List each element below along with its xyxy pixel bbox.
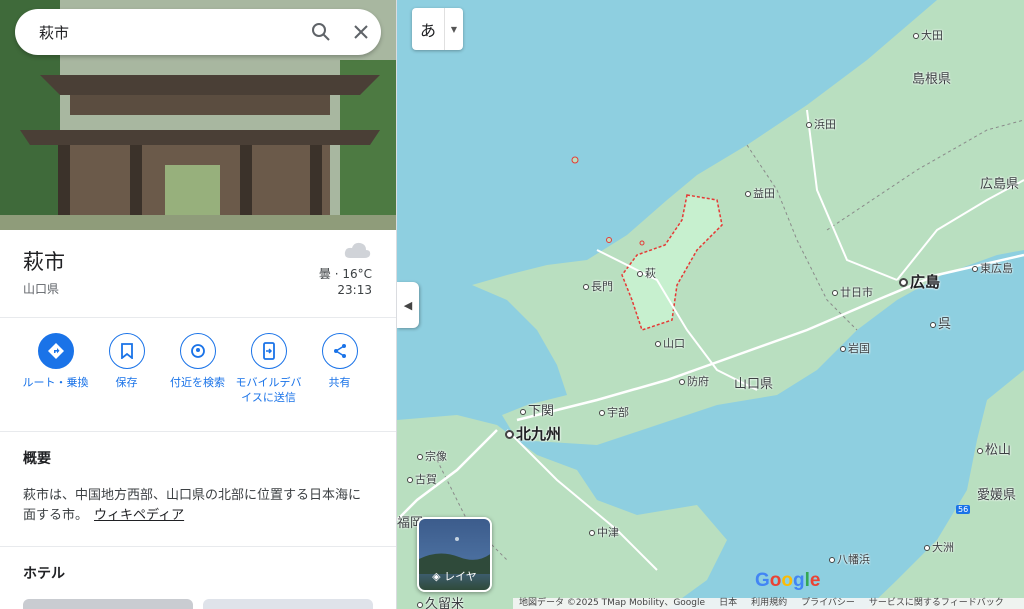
action-bar: ルート・乗換 保存 付近を検索 モバイルデバイスに送信 共有 — [0, 318, 396, 432]
terms-link[interactable]: 利用規約 — [751, 598, 787, 609]
map-label-kure[interactable]: 呉 — [930, 313, 951, 332]
share-button[interactable]: 共有 — [304, 318, 375, 431]
map-label-matsuyama[interactable]: 松山 — [977, 439, 1011, 458]
map-label-ozu[interactable]: 大洲 — [924, 539, 954, 555]
directions-icon — [37, 333, 74, 369]
map-label-hamada[interactable]: 浜田 — [806, 116, 836, 132]
save-label: 保存 — [115, 376, 138, 389]
map-label-koga[interactable]: 古賀 — [407, 471, 437, 487]
search-icon[interactable] — [301, 9, 341, 55]
share-label: 共有 — [328, 376, 351, 389]
map-canvas[interactable]: 大田 島根県 浜田 益田 広島県 萩 長門 廿日市 広島 東広島 呉 山口 岩国… — [397, 0, 1024, 609]
send-to-phone-label: モバイルデバイスに送信 — [235, 376, 302, 404]
layers-icon: ◈ — [432, 570, 445, 583]
map-label-nagato[interactable]: 長門 — [583, 278, 613, 294]
place-header: 萩市 山口県 曇 · 16°C 23:13 — [0, 230, 396, 318]
map-label-yawatahama[interactable]: 八幡浜 — [829, 551, 870, 567]
map-label-munakata[interactable]: 宗像 — [417, 448, 447, 464]
directions-label: ルート・乗換 — [22, 376, 89, 389]
map-label-kurume[interactable]: 久留米 — [417, 593, 464, 609]
place-subtitle: 山口県 — [23, 282, 60, 296]
map-label-hiroshima[interactable]: 広島 — [899, 271, 940, 292]
send-to-phone-button[interactable]: モバイルデバイスに送信 — [233, 318, 304, 431]
hotels-heading: ホテル — [23, 566, 65, 582]
route-shield: 56 — [956, 505, 971, 514]
weather-widget: 曇 · 16°C 23:13 — [319, 240, 372, 298]
map-label-yamaguchi[interactable]: 山口 — [655, 335, 685, 351]
region-link[interactable]: 日本 — [719, 598, 737, 609]
layers-button[interactable]: ◈ レイヤ — [417, 517, 492, 592]
place-title: 萩市 — [23, 250, 65, 274]
nearby-label: 付近を検索 — [170, 376, 225, 389]
map-label-hiroshima-pref[interactable]: 広島県 — [980, 173, 1019, 192]
map-terrain — [397, 0, 1024, 609]
map-label-ehime[interactable]: 愛媛県 — [977, 484, 1016, 503]
overview-text: 萩市は、中国地方西部、山口県の北部に位置する日本海に面する市。 ウィキペディア — [23, 488, 362, 523]
overview-heading: 概要 — [23, 451, 51, 467]
share-icon — [321, 333, 358, 369]
map-label-ube[interactable]: 宇部 — [599, 404, 629, 420]
send-to-phone-icon — [250, 333, 287, 369]
map-language-dropdown[interactable]: あ ▼ — [412, 8, 463, 50]
map-footer: 地図データ ©2025 TMap Mobility、Google 日本 利用規約… — [513, 598, 1024, 609]
ime-label: あ — [419, 21, 436, 40]
map-attribution: 地図データ ©2025 TMap Mobility、Google — [519, 598, 706, 608]
nearby-button[interactable]: 付近を検索 — [162, 318, 233, 431]
search-box[interactable]: 萩市 — [15, 9, 381, 55]
map-label-masuda[interactable]: 益田 — [745, 185, 775, 201]
google-logo: Google — [755, 570, 821, 591]
map-label-hofu[interactable]: 防府 — [679, 373, 709, 389]
map-label-shimonoseki[interactable]: 下関 — [520, 400, 554, 419]
map-label-hagi[interactable]: 萩 — [637, 265, 656, 281]
map-label-yamaguchi-pref[interactable]: 山口県 — [734, 373, 773, 392]
save-button[interactable]: 保存 — [91, 318, 162, 431]
map-label-hatsukaichi[interactable]: 廿日市 — [832, 284, 873, 300]
map-label-shimane[interactable]: 島根県 — [912, 68, 951, 87]
close-icon[interactable] — [341, 9, 381, 55]
search-input[interactable]: 萩市 — [15, 22, 301, 43]
caret-down-icon: ▼ — [450, 24, 458, 34]
bookmark-icon — [108, 333, 145, 369]
weather-text: 曇 · 16°C — [318, 267, 372, 281]
nearby-icon — [179, 333, 216, 369]
place-photo[interactable]: 萩市 — [0, 0, 396, 230]
wikipedia-link[interactable]: ウィキペディア — [94, 508, 184, 523]
cloud-icon — [344, 242, 371, 258]
feedback-link[interactable]: サービスに関するフィードバック — [869, 598, 1004, 609]
privacy-link[interactable]: プライバシー — [801, 598, 855, 609]
hotel-thumbnail[interactable] — [203, 599, 373, 609]
directions-button[interactable]: ルート・乗換 — [20, 318, 91, 431]
map-label-oda[interactable]: 大田 — [913, 27, 943, 43]
map-label-higashihiroshima[interactable]: 東広島 — [972, 260, 1013, 276]
map-label-nakatsu[interactable]: 中津 — [589, 524, 619, 540]
collapse-panel-button[interactable]: ◀ — [397, 282, 419, 328]
local-time: 23:13 — [337, 283, 372, 297]
map-label-kitakyushu[interactable]: 北九州 — [505, 423, 561, 444]
chevron-left-icon: ◀ — [403, 298, 413, 312]
overview-section: 概要 萩市は、中国地方西部、山口県の北部に位置する日本海に面する市。 ウィキペディ… — [0, 432, 396, 547]
map-label-iwakuni[interactable]: 岩国 — [840, 340, 870, 356]
hotel-thumbnail[interactable] — [23, 599, 193, 609]
hotels-section: ホテル — [0, 547, 396, 609]
satellite-thumbnail — [419, 537, 490, 574]
place-panel: 萩市 萩市 山口県 曇 · 16°C 23:13 ルート・乗換 保存 付近を検索… — [0, 0, 397, 609]
